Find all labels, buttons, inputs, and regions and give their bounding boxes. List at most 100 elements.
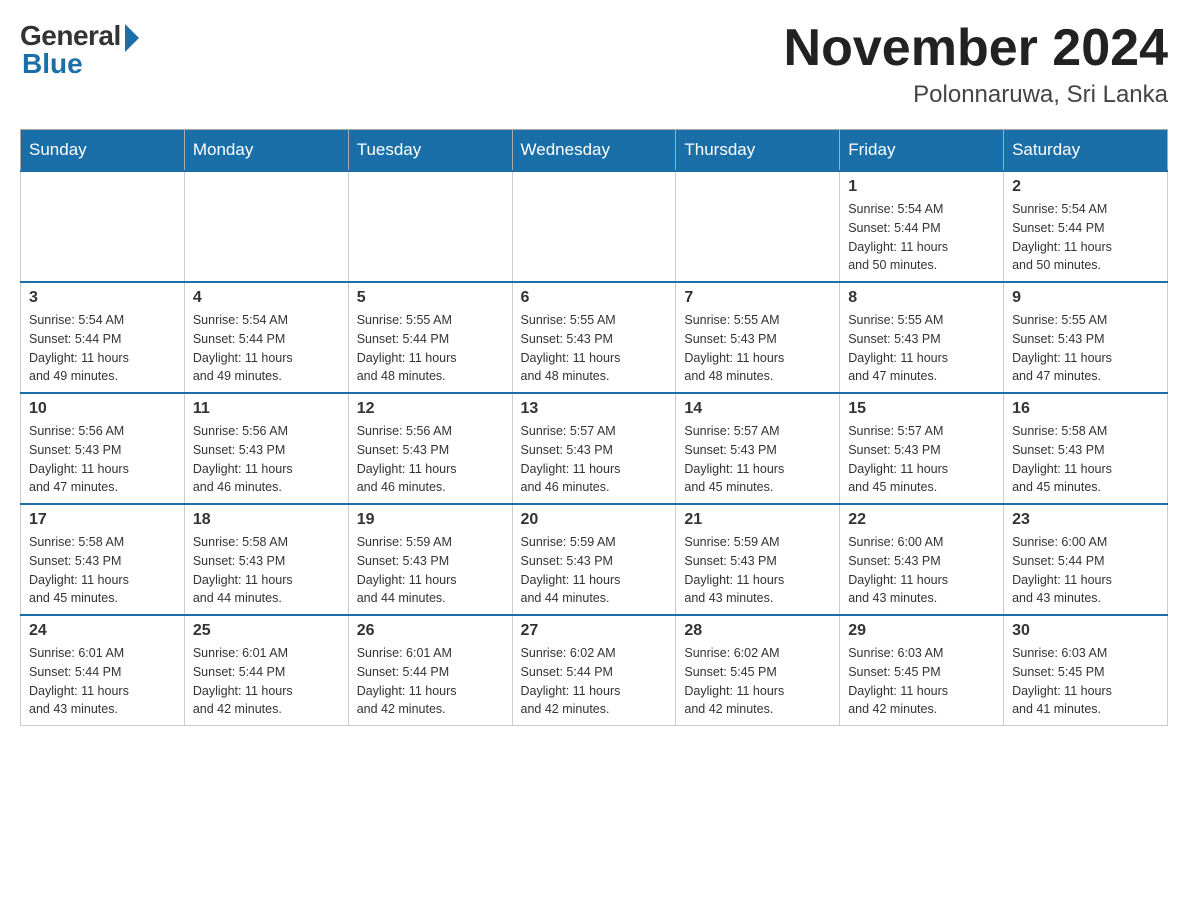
day-info: Sunrise: 6:01 AM Sunset: 5:44 PM Dayligh…: [29, 644, 176, 719]
day-info: Sunrise: 6:03 AM Sunset: 5:45 PM Dayligh…: [848, 644, 995, 719]
day-number: 15: [848, 400, 995, 418]
day-info: Sunrise: 6:02 AM Sunset: 5:44 PM Dayligh…: [521, 644, 668, 719]
calendar-cell: 13 Sunrise: 5:57 AM Sunset: 5:43 PM Dayli…: [512, 393, 676, 504]
day-info: Sunrise: 5:59 AM Sunset: 5:43 PM Dayligh…: [521, 533, 668, 608]
calendar-cell: 16Sunrise: 5:58 AM Sunset: 5:43 PM Dayli…: [1004, 393, 1168, 504]
day-info: Sunrise: 5:56 AM Sunset: 5:43 PM Dayligh…: [29, 422, 176, 497]
day-info: Sunrise: 5:57 AM Sunset: 5:43 PM Dayligh…: [521, 422, 668, 497]
calendar-cell: 26 Sunrise: 6:01 AM Sunset: 5:44 PM Dayli…: [348, 615, 512, 726]
calendar-cell: 18 Sunrise: 5:58 AM Sunset: 5:43 PM Dayli…: [184, 504, 348, 615]
weekday-header-saturday: Saturday: [1004, 130, 1168, 172]
day-number: 16: [1012, 400, 1159, 418]
calendar-cell: 3Sunrise: 5:54 AM Sunset: 5:44 PM Daylig…: [21, 282, 185, 393]
calendar-cell: 10 Sunrise: 5:56 AM Sunset: 5:43 PM Dayli…: [21, 393, 185, 504]
day-number: 21: [684, 511, 831, 529]
day-number: 26: [357, 622, 504, 640]
day-number: 25: [193, 622, 340, 640]
calendar-cell: 6Sunrise: 5:55 AM Sunset: 5:43 PM Daylig…: [512, 282, 676, 393]
day-number: 22: [848, 511, 995, 529]
calendar-cell: 12 Sunrise: 5:56 AM Sunset: 5:43 PM Dayli…: [348, 393, 512, 504]
day-info: Sunrise: 5:55 AM Sunset: 5:43 PM Dayligh…: [1012, 311, 1159, 386]
calendar-cell: 20 Sunrise: 5:59 AM Sunset: 5:43 PM Dayli…: [512, 504, 676, 615]
day-number: 19: [357, 511, 504, 529]
calendar-cell: 7Sunrise: 5:55 AM Sunset: 5:43 PM Daylig…: [676, 282, 840, 393]
day-info: Sunrise: 5:56 AM Sunset: 5:43 PM Dayligh…: [193, 422, 340, 497]
calendar-cell: 14 Sunrise: 5:57 AM Sunset: 5:43 PM Dayli…: [676, 393, 840, 504]
logo-arrow-icon: [125, 24, 139, 52]
weekday-header-thursday: Thursday: [676, 130, 840, 172]
day-info: Sunrise: 5:55 AM Sunset: 5:43 PM Dayligh…: [848, 311, 995, 386]
day-number: 11: [193, 400, 340, 418]
day-info: Sunrise: 5:58 AM Sunset: 5:43 PM Dayligh…: [29, 533, 176, 608]
day-number: 20: [521, 511, 668, 529]
calendar-cell: 30 Sunrise: 6:03 AM Sunset: 5:45 PM Dayli…: [1004, 615, 1168, 726]
calendar-table: SundayMondayTuesdayWednesdayThursdayFrid…: [20, 129, 1168, 726]
day-info: Sunrise: 5:56 AM Sunset: 5:43 PM Dayligh…: [357, 422, 504, 497]
logo: General Blue: [20, 20, 139, 80]
calendar-cell: 5Sunrise: 5:55 AM Sunset: 5:44 PM Daylig…: [348, 282, 512, 393]
calendar-cell: 4 Sunrise: 5:54 AM Sunset: 5:44 PM Daylig…: [184, 282, 348, 393]
calendar-cell: 1Sunrise: 5:54 AM Sunset: 5:44 PM Daylig…: [840, 171, 1004, 282]
calendar-cell: 9 Sunrise: 5:55 AM Sunset: 5:43 PM Daylig…: [1004, 282, 1168, 393]
day-number: 9: [1012, 289, 1159, 307]
day-info: Sunrise: 5:58 AM Sunset: 5:43 PM Dayligh…: [193, 533, 340, 608]
day-number: 24: [29, 622, 176, 640]
month-title: November 2024: [784, 20, 1168, 77]
logo-blue-text: Blue: [20, 48, 83, 80]
day-info: Sunrise: 6:02 AM Sunset: 5:45 PM Dayligh…: [684, 644, 831, 719]
day-number: 3: [29, 289, 176, 307]
day-number: 14: [684, 400, 831, 418]
day-number: 12: [357, 400, 504, 418]
calendar-cell: [512, 171, 676, 282]
day-info: Sunrise: 5:54 AM Sunset: 5:44 PM Dayligh…: [1012, 200, 1159, 275]
weekday-header-tuesday: Tuesday: [348, 130, 512, 172]
day-number: 8: [848, 289, 995, 307]
day-info: Sunrise: 5:59 AM Sunset: 5:43 PM Dayligh…: [684, 533, 831, 608]
day-info: Sunrise: 5:55 AM Sunset: 5:43 PM Dayligh…: [521, 311, 668, 386]
day-info: Sunrise: 6:01 AM Sunset: 5:44 PM Dayligh…: [193, 644, 340, 719]
day-number: 29: [848, 622, 995, 640]
day-number: 27: [521, 622, 668, 640]
day-info: Sunrise: 5:57 AM Sunset: 5:43 PM Dayligh…: [848, 422, 995, 497]
calendar-cell: 8 Sunrise: 5:55 AM Sunset: 5:43 PM Daylig…: [840, 282, 1004, 393]
weekday-header-wednesday: Wednesday: [512, 130, 676, 172]
day-number: 17: [29, 511, 176, 529]
page-header: General Blue November 2024 Polonnaruwa, …: [20, 20, 1168, 109]
week-row-5: 24 Sunrise: 6:01 AM Sunset: 5:44 PM Dayli…: [21, 615, 1168, 726]
weekday-header-row: SundayMondayTuesdayWednesdayThursdayFrid…: [21, 130, 1168, 172]
calendar-cell: 11 Sunrise: 5:56 AM Sunset: 5:43 PM Dayli…: [184, 393, 348, 504]
day-info: Sunrise: 5:57 AM Sunset: 5:43 PM Dayligh…: [684, 422, 831, 497]
day-info: Sunrise: 6:03 AM Sunset: 5:45 PM Dayligh…: [1012, 644, 1159, 719]
calendar-cell: [21, 171, 185, 282]
calendar-cell: 21 Sunrise: 5:59 AM Sunset: 5:43 PM Dayli…: [676, 504, 840, 615]
title-section: November 2024 Polonnaruwa, Sri Lanka: [784, 20, 1168, 109]
day-number: 13: [521, 400, 668, 418]
week-row-4: 17 Sunrise: 5:58 AM Sunset: 5:43 PM Dayli…: [21, 504, 1168, 615]
calendar-cell: 17 Sunrise: 5:58 AM Sunset: 5:43 PM Dayli…: [21, 504, 185, 615]
day-number: 5: [357, 289, 504, 307]
week-row-2: 3 Sunrise: 5:54 AM Sunset: 5:44 PM Daylig…: [21, 282, 1168, 393]
calendar-cell: 23Sunrise: 6:00 AM Sunset: 5:44 PM Dayli…: [1004, 504, 1168, 615]
day-number: 10: [29, 400, 176, 418]
day-info: Sunrise: 6:01 AM Sunset: 5:44 PM Dayligh…: [357, 644, 504, 719]
day-number: 18: [193, 511, 340, 529]
weekday-header-monday: Monday: [184, 130, 348, 172]
day-number: 2: [1012, 178, 1159, 196]
calendar-cell: 27 Sunrise: 6:02 AM Sunset: 5:44 PM Dayli…: [512, 615, 676, 726]
day-number: 1: [848, 178, 995, 196]
day-number: 28: [684, 622, 831, 640]
day-info: Sunrise: 5:59 AM Sunset: 5:43 PM Dayligh…: [357, 533, 504, 608]
day-number: 30: [1012, 622, 1159, 640]
day-info: Sunrise: 6:00 AM Sunset: 5:43 PM Dayligh…: [848, 533, 995, 608]
day-info: Sunrise: 6:00 AM Sunset: 5:44 PM Dayligh…: [1012, 533, 1159, 608]
day-number: 4: [193, 289, 340, 307]
weekday-header-friday: Friday: [840, 130, 1004, 172]
calendar-cell: [348, 171, 512, 282]
weekday-header-sunday: Sunday: [21, 130, 185, 172]
calendar-cell: 28 Sunrise: 6:02 AM Sunset: 5:45 PM Dayli…: [676, 615, 840, 726]
day-info: Sunrise: 5:54 AM Sunset: 5:44 PM Dayligh…: [193, 311, 340, 386]
day-info: Sunrise: 5:55 AM Sunset: 5:43 PM Dayligh…: [684, 311, 831, 386]
calendar-cell: 2 Sunrise: 5:54 AM Sunset: 5:44 PM Daylig…: [1004, 171, 1168, 282]
week-row-3: 10 Sunrise: 5:56 AM Sunset: 5:43 PM Dayli…: [21, 393, 1168, 504]
calendar-cell: 19 Sunrise: 5:59 AM Sunset: 5:43 PM Dayli…: [348, 504, 512, 615]
